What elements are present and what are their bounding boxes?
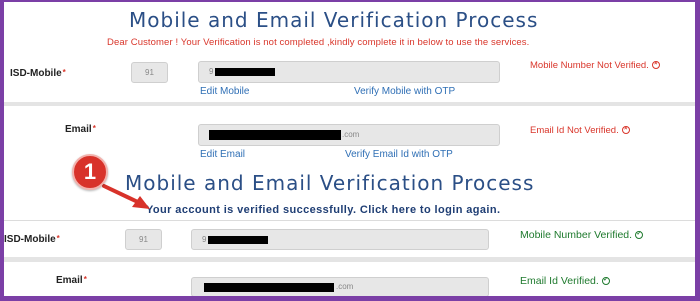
screenshot-frame: Mobile and Email Verification Process De… (4, 2, 695, 296)
callout-arrow-icon (102, 184, 150, 209)
step-number-badge: 1 (72, 154, 108, 190)
